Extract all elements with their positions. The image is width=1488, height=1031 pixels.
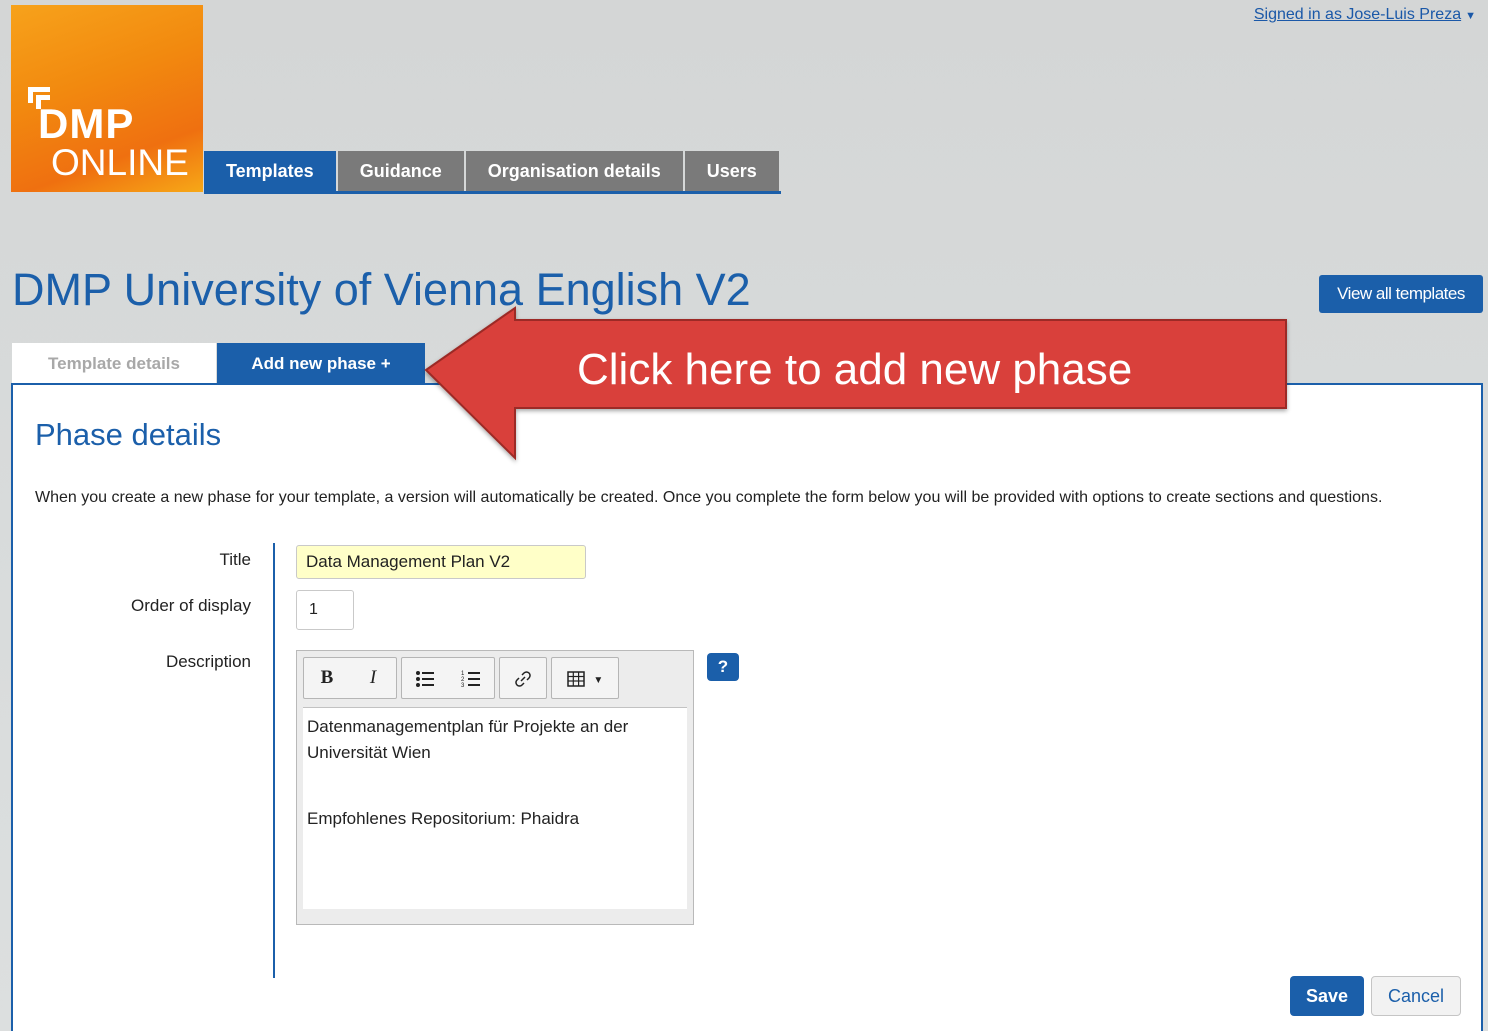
help-button[interactable]: ? <box>707 653 739 681</box>
tab-template-details[interactable]: Template details <box>12 343 216 384</box>
description-textarea[interactable]: Datenmanagementplan für Projekte an der … <box>303 707 687 909</box>
tab-add-new-phase[interactable]: Add new phase + <box>217 343 425 384</box>
tab-guidance[interactable]: Guidance <box>337 151 464 191</box>
order-label: Order of display <box>131 596 251 615</box>
tab-organisation-details[interactable]: Organisation details <box>465 151 683 191</box>
tab-users[interactable]: Users <box>684 151 779 191</box>
order-of-display-field[interactable] <box>296 590 354 630</box>
dmp-online-logo[interactable]: DMP ONLINE <box>11 5 203 192</box>
phase-details-heading: Phase details <box>35 417 222 452</box>
phase-details-panel: Phase details When you create a new phas… <box>11 383 1483 1031</box>
signed-in-label: Signed in as Jose-Luis Preza <box>1253 6 1462 23</box>
template-subtabs: Template details Add new phase + <box>12 343 425 384</box>
logo-text-dmp: DMP <box>38 100 135 147</box>
chevron-down-icon: ▼ <box>593 675 604 686</box>
description-editor: B I 1 2 3 ▼ Datenmanagementplan für Proj… <box>296 650 694 925</box>
link-icon[interactable] <box>500 658 546 698</box>
form-divider <box>273 543 275 978</box>
title-field[interactable] <box>296 545 586 579</box>
intro-text: When you create a new phase for your tem… <box>35 489 1383 506</box>
svg-text:3: 3 <box>461 683 465 688</box>
annotation-text: Click here to add new phase <box>577 345 1133 394</box>
bullet-list-icon[interactable] <box>402 658 448 698</box>
tab-templates[interactable]: Templates <box>204 151 336 191</box>
caret-down-icon: ▼ <box>1465 10 1476 22</box>
description-label: Description <box>165 652 251 671</box>
title-label: Title <box>219 550 252 569</box>
table-icon[interactable]: ▼ <box>552 658 618 698</box>
italic-button[interactable]: I <box>350 658 396 698</box>
user-menu-link[interactable]: Signed in as Jose-Luis Preza ▼ <box>1254 6 1476 24</box>
description-line-1: Datenmanagementplan für Projekte an der … <box>307 717 629 762</box>
description-line-2: Empfohlenes Repositorium: Phaidra <box>307 809 580 828</box>
logo-text-online: ONLINE <box>51 142 189 183</box>
editor-toolbar: B I 1 2 3 ▼ <box>303 657 623 699</box>
numbered-list-icon[interactable]: 1 2 3 <box>448 658 494 698</box>
cancel-button[interactable]: Cancel <box>1371 976 1461 1016</box>
bold-button[interactable]: B <box>304 658 350 698</box>
save-button[interactable]: Save <box>1290 976 1364 1016</box>
main-nav: Templates Guidance Organisation details … <box>204 151 781 194</box>
view-all-templates-button[interactable]: View all templates <box>1319 275 1483 313</box>
